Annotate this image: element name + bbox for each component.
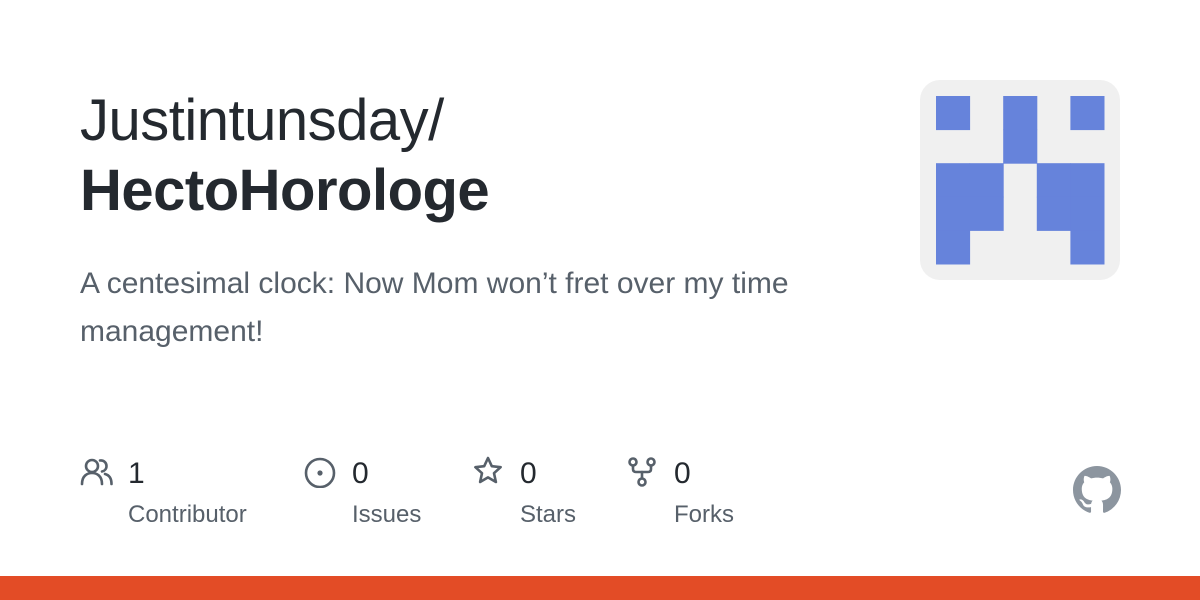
identicon-cell bbox=[936, 196, 971, 231]
forks-count: 0 bbox=[674, 457, 691, 490]
people-icon bbox=[80, 454, 114, 488]
identicon-cell bbox=[1003, 129, 1038, 164]
identicon-cell bbox=[1003, 96, 1038, 131]
identicon-cell bbox=[1036, 163, 1071, 198]
repo-name[interactable]: HectoHorologe bbox=[80, 158, 490, 224]
identicon-cell bbox=[1070, 196, 1105, 231]
owner-name[interactable]: Justintunsday/ bbox=[80, 88, 444, 154]
fork-icon bbox=[626, 454, 660, 488]
identicon-cell bbox=[969, 163, 1004, 198]
star-icon bbox=[472, 454, 506, 488]
identicon-cell bbox=[1070, 230, 1105, 265]
github-logo-icon[interactable] bbox=[1073, 466, 1121, 514]
stars-count: 0 bbox=[520, 457, 537, 490]
issues-label: Issues bbox=[352, 501, 422, 528]
identicon-cell bbox=[936, 163, 971, 198]
identicon-cell bbox=[1036, 196, 1071, 231]
identicon-cell bbox=[936, 230, 971, 265]
language-bar bbox=[0, 576, 1200, 600]
identicon-cell bbox=[1070, 163, 1105, 198]
repo-description: A centesimal clock: Now Mom won’t fret o… bbox=[80, 267, 789, 348]
contributors-label: Contributor bbox=[128, 501, 247, 528]
identicon-cells bbox=[936, 96, 1105, 265]
forks-label: Forks bbox=[674, 501, 734, 528]
identicon-pattern bbox=[936, 96, 1105, 265]
contributors-count: 1 bbox=[128, 457, 145, 490]
issues-count: 0 bbox=[352, 457, 369, 490]
identicon-avatar bbox=[920, 80, 1120, 280]
stars-label: Stars bbox=[520, 501, 577, 528]
identicon-cell bbox=[969, 196, 1004, 231]
issue-icon bbox=[304, 454, 338, 489]
identicon-cell bbox=[936, 96, 971, 131]
identicon-cell bbox=[1070, 96, 1105, 131]
